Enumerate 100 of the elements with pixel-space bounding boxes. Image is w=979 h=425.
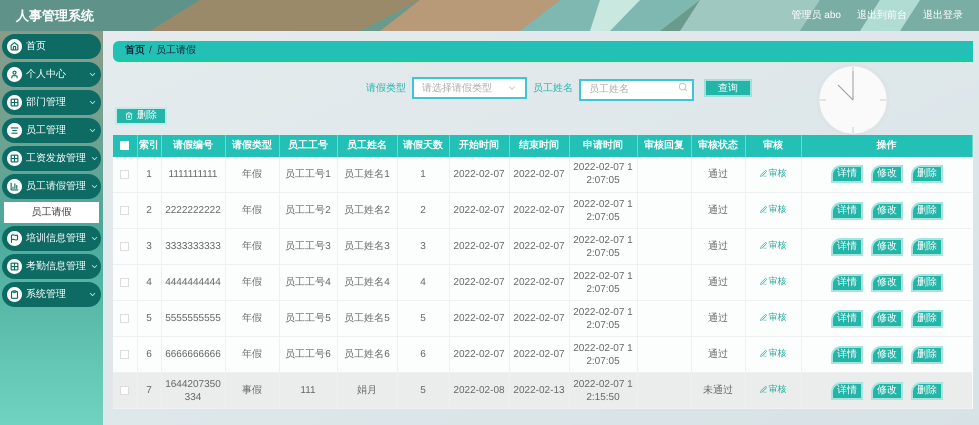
table-cell: 2022-02-07 12:07:05 xyxy=(573,270,633,294)
table-cell: 2022-02-07 xyxy=(453,241,505,252)
delete-button[interactable]: 删除 xyxy=(115,106,167,124)
row-checkbox[interactable] xyxy=(120,314,130,323)
query-button[interactable]: 查询 xyxy=(704,79,752,98)
app-title: 人事管理系统 xyxy=(16,6,94,25)
table-cell: 2 xyxy=(146,205,152,216)
action-button[interactable]: 删除 xyxy=(910,274,943,292)
table-cell: 1111111111 xyxy=(168,168,218,180)
table-cell: 2022-02-07 xyxy=(453,313,505,324)
action-button[interactable]: 修改 xyxy=(870,310,903,328)
header-link[interactable]: 退出登录 xyxy=(923,8,963,23)
table-cell: 4 xyxy=(146,277,152,288)
row-checkbox[interactable] xyxy=(120,242,130,251)
review-link[interactable]: 审核 xyxy=(760,310,786,324)
action-button[interactable]: 删除 xyxy=(910,202,943,220)
review-link[interactable]: 审核 xyxy=(760,274,786,288)
table-cell: 员工姓名5 xyxy=(344,313,390,324)
row-checkbox[interactable] xyxy=(120,206,130,215)
table-cell: 2 xyxy=(420,205,426,216)
row-checkbox[interactable] xyxy=(120,350,130,359)
table-cell: 2022-02-07 xyxy=(453,205,505,216)
review-link[interactable]: 审核 xyxy=(760,202,786,216)
action-button[interactable]: 修改 xyxy=(870,382,903,400)
name-field[interactable]: 员工姓名 xyxy=(579,78,694,100)
table-cell: 年假 xyxy=(242,241,262,252)
review-link[interactable]: 审核 xyxy=(760,238,786,252)
user-icon xyxy=(7,67,22,82)
table-cell: 2022-02-07 xyxy=(453,277,505,288)
sidebar-item[interactable]: 培训信息管理 xyxy=(2,226,101,251)
table-cell: 4 xyxy=(420,277,426,288)
sidebar-item[interactable]: 考勤信息管理 xyxy=(2,254,101,279)
table-cell: 2022-02-07 xyxy=(513,277,565,288)
action-button[interactable]: 详情 xyxy=(830,202,863,220)
action-button[interactable]: 删除 xyxy=(910,238,943,256)
table-cell: 通过 xyxy=(708,168,728,180)
chevron-icon xyxy=(90,262,99,271)
table-cell: 娟月 xyxy=(357,385,377,396)
sidebar-item[interactable]: 部门管理 xyxy=(2,90,101,115)
sidebar-label: 部门管理 xyxy=(26,96,67,110)
action-button[interactable]: 修改 xyxy=(870,238,903,256)
table-cell: 2022-02-07 xyxy=(513,241,565,252)
review-link[interactable]: 审核 xyxy=(760,166,786,180)
search-icon xyxy=(678,82,688,92)
action-button[interactable]: 删除 xyxy=(910,346,943,364)
action-button[interactable]: 详情 xyxy=(830,310,863,328)
table-cell: 2022-02-07 12:07:05 xyxy=(573,306,633,330)
row-checkbox[interactable] xyxy=(120,170,130,179)
sidebar-item[interactable]: 员工管理 xyxy=(2,118,101,143)
table-cell: 通过 xyxy=(708,241,728,252)
action-button[interactable]: 详情 xyxy=(830,274,863,292)
action-button[interactable]: 详情 xyxy=(830,382,863,400)
row-checkbox[interactable] xyxy=(120,278,130,287)
table-cell: 6666666666 xyxy=(165,349,221,360)
action-button[interactable]: 修改 xyxy=(870,165,903,184)
chevron-icon xyxy=(90,154,99,163)
table-cell: 1 xyxy=(146,168,152,180)
sidebar-item[interactable]: 员工请假管理 xyxy=(2,174,101,199)
sidebar-item[interactable]: 系统管理 xyxy=(2,282,101,307)
action-button[interactable]: 详情 xyxy=(830,346,863,364)
action-button[interactable]: 修改 xyxy=(870,202,903,220)
review-link[interactable]: 审核 xyxy=(760,382,786,396)
table-cell: 4444444444 xyxy=(165,277,221,288)
table-cell: 5 xyxy=(420,385,426,396)
action-button[interactable]: 删除 xyxy=(910,310,943,328)
type-select[interactable]: 请选择请假类型 xyxy=(412,77,527,100)
sidebar-label: 首页 xyxy=(26,40,47,54)
select-all-checkbox[interactable] xyxy=(120,140,130,150)
grid-icon xyxy=(7,259,22,274)
row-checkbox[interactable] xyxy=(120,386,130,395)
action-button[interactable]: 详情 xyxy=(830,165,863,184)
submenu-item[interactable]: 员工请假 xyxy=(4,202,99,223)
action-button[interactable]: 修改 xyxy=(870,274,903,292)
table-cell: 员工姓名4 xyxy=(344,277,390,288)
breadcrumb-text[interactable]: 首页 xyxy=(125,43,145,58)
table-cell: 2022-02-07 xyxy=(513,349,565,360)
sidebar-label: 培训信息管理 xyxy=(26,232,86,246)
field-label: 员工姓名 xyxy=(533,82,573,96)
table-cell: 员工姓名2 xyxy=(344,205,390,216)
sidebar-item[interactable]: 工资发放管理 xyxy=(2,146,101,171)
pen-icon xyxy=(760,206,766,214)
sidebar-item[interactable]: 个人中心 xyxy=(2,62,101,87)
sidebar-item[interactable]: 首页 xyxy=(2,34,101,59)
grid-icon xyxy=(7,95,22,110)
action-button[interactable]: 删除 xyxy=(910,382,943,400)
header-link[interactable]: 管理员 abo xyxy=(792,8,841,23)
header-link[interactable]: 退出到前台 xyxy=(857,8,907,23)
breadcrumb-text: / xyxy=(149,44,152,58)
chevron-icon xyxy=(90,234,99,243)
pen-icon xyxy=(760,314,766,322)
action-button[interactable]: 删除 xyxy=(910,165,943,184)
review-link[interactable]: 审核 xyxy=(760,346,786,360)
action-button[interactable]: 详情 xyxy=(830,238,863,256)
table-cell: 2022-02-07 xyxy=(453,349,505,360)
table-cell: 5 xyxy=(420,313,426,324)
table-cell: 未通过 xyxy=(703,385,733,396)
action-button[interactable]: 修改 xyxy=(870,346,903,364)
pen-icon xyxy=(760,350,766,358)
pen-icon xyxy=(760,386,766,394)
table-cell: 5 xyxy=(146,313,152,324)
